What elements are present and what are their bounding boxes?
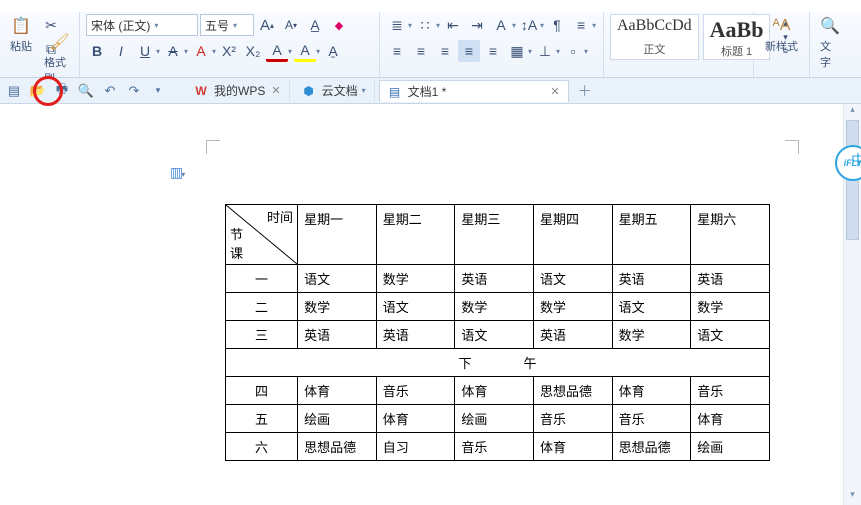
style-normal[interactable]: AaBbCcDd 正文 <box>610 14 699 60</box>
cloud-icon: ⬢ <box>302 84 316 98</box>
table-row: 六思想品德自习音乐体育思想品德绘画 <box>226 433 770 461</box>
day-header: 星期五 <box>612 205 691 265</box>
table-row: 时间 节 课 星期一 星期二 星期三 星期四 星期五 星期六 <box>226 205 770 265</box>
sort-button[interactable]: ↕A <box>518 14 540 36</box>
menu-tab-ref[interactable]: 引用 <box>310 0 346 4</box>
margin-mark <box>785 140 799 154</box>
line-spacing-button[interactable]: ≡ <box>570 14 592 36</box>
chevron-down-icon[interactable]: ▾ <box>362 86 366 95</box>
change-case-button[interactable]: A̲ <box>304 14 326 36</box>
superscript-button[interactable]: X² <box>218 40 240 62</box>
bold-button[interactable]: B <box>86 40 108 62</box>
italic-button[interactable]: I <box>110 40 132 62</box>
day-header: 星期一 <box>298 205 377 265</box>
menu-tab-layout[interactable]: 页面布局 <box>224 0 284 4</box>
day-header: 星期六 <box>691 205 770 265</box>
document-area: ▥▾ 时间 节 课 星期一 星期二 星期三 星期四 星期五 星期六 一语文数学英… <box>0 104 861 505</box>
outdent-button[interactable]: ⇤ <box>442 14 464 36</box>
day-header: 星期二 <box>376 205 455 265</box>
new-style-icon: ᴬA <box>772 16 792 36</box>
day-header: 星期四 <box>533 205 612 265</box>
doc-icon: ▤ <box>388 85 402 99</box>
table-row: 一语文数学英语语文英语英语 <box>226 265 770 293</box>
qa-print-button[interactable]: 🖶 <box>52 81 72 101</box>
table-row: 三英语英语语文英语数学语文 <box>226 321 770 349</box>
table-row: 五绘画体育绘画音乐音乐体育 <box>226 405 770 433</box>
align-left-button[interactable]: ≡ <box>386 40 408 62</box>
underline-button[interactable]: U <box>134 40 156 62</box>
qa-redo-button[interactable]: ↷ <box>124 81 144 101</box>
highlight-button[interactable]: A <box>190 40 212 62</box>
brush-icon: 🖌 <box>50 32 70 52</box>
paste-button[interactable]: 📋 粘贴 <box>6 14 36 56</box>
schedule-table: 时间 节 课 星期一 星期二 星期三 星期四 星期五 星期六 一语文数学英语语文… <box>225 204 770 461</box>
menu-tab-dev[interactable]: 开发工具 <box>558 0 618 4</box>
close-icon[interactable]: ✕ <box>271 84 280 97</box>
day-header: 星期三 <box>455 205 534 265</box>
table-row: 四体育音乐体育思想品德体育音乐 <box>226 377 770 405</box>
menu-tab-insert[interactable]: 插入 <box>162 0 198 4</box>
menu-tab-cloud[interactable]: 云服务 <box>644 0 692 4</box>
menu-bar: 开始 插入 页面布局 引用 审阅 视图 章节 开发工具 云服务 <box>0 0 861 12</box>
menu-tab-view[interactable]: 视图 <box>434 0 470 4</box>
bullet-list-button[interactable]: ≣ <box>386 14 408 36</box>
shrink-font-button[interactable]: A▾ <box>280 14 302 36</box>
indent-button[interactable]: ⇥ <box>466 14 488 36</box>
ribbon: 📋 粘贴 ✂ ⧉ 🖌 格式刷 宋体 (正文)▾ 五号▾ A▴ A▾ A̲ ◆ <box>0 12 861 78</box>
scroll-down-button[interactable]: ▾ <box>844 489 861 505</box>
grow-font-button[interactable]: A▴ <box>256 14 278 36</box>
doc-tab-doc1[interactable]: ▤ 文档1 * ✕ <box>379 80 569 102</box>
qa-more-button[interactable]: ▾ <box>148 81 168 101</box>
scroll-up-button[interactable]: ▴ <box>844 104 861 120</box>
font-color-button[interactable]: A <box>266 40 288 62</box>
menu-tab-start[interactable]: 开始 <box>100 0 136 4</box>
qa-undo-button[interactable]: ↶ <box>100 81 120 101</box>
qa-preview-button[interactable]: 🔍 <box>76 81 96 101</box>
close-icon[interactable]: ✕ <box>550 85 559 98</box>
strike-button[interactable]: A <box>162 40 184 62</box>
find-icon: 🔍 <box>820 16 840 36</box>
text-highlight-button[interactable]: A <box>294 40 316 62</box>
font-name-combo[interactable]: 宋体 (正文)▾ <box>86 14 198 36</box>
menu-tab-chapter[interactable]: 章节 <box>496 0 532 4</box>
qa-new-button[interactable]: ▤ <box>4 81 24 101</box>
font-size-combo[interactable]: 五号▾ <box>200 14 254 36</box>
ime-indicator[interactable]: 中 <box>851 150 861 170</box>
add-tab-button[interactable]: ＋ <box>573 81 597 101</box>
doc-tab-cloud[interactable]: ⬢ 云文档 ▾ <box>294 80 375 102</box>
number-list-button[interactable]: ∷ <box>414 14 436 36</box>
diag-header-cell: 时间 节 课 <box>226 205 298 265</box>
distribute-button[interactable]: ≡ <box>482 40 504 62</box>
subscript-button[interactable]: X₂ <box>242 40 264 62</box>
shading-button[interactable]: ▦ <box>506 40 528 62</box>
align-right-button[interactable]: ≡ <box>434 40 456 62</box>
find-replace-button[interactable]: 🔍 文字 <box>816 14 844 72</box>
align-center-button[interactable]: ≡ <box>410 40 432 62</box>
clipboard-icon: 📋 <box>11 16 31 36</box>
showmarks-button[interactable]: ¶ <box>546 14 568 36</box>
menu-tab-review[interactable]: 审阅 <box>372 0 408 4</box>
note-icon[interactable]: ▥▾ <box>170 164 185 181</box>
table-row: 二数学语文数学数学语文数学 <box>226 293 770 321</box>
quick-access-row: ▤ 📂 🖶 🔍 ↶ ↷ ▾ W 我的WPS ✕ ⬢ 云文档 ▾ ▤ 文档1 * … <box>0 78 861 104</box>
borders-button[interactable]: ▫ <box>562 40 584 62</box>
clear-format-button[interactable]: ◆ <box>328 14 350 36</box>
wps-icon: W <box>194 84 208 98</box>
doc-tab-mywps[interactable]: W 我的WPS ✕ <box>186 80 290 102</box>
new-style-button[interactable]: ᴬA 新样式 <box>760 14 803 56</box>
text-effect-button[interactable]: A <box>490 14 512 36</box>
margin-mark <box>206 140 220 154</box>
align-justify-button[interactable]: ≡ <box>458 40 480 62</box>
qa-open-button[interactable]: 📂 <box>28 81 48 101</box>
table-row: 下 午 <box>226 349 770 377</box>
tabstop-button[interactable]: ⊥ <box>534 40 556 62</box>
char-border-button[interactable]: A̱ <box>322 40 344 62</box>
